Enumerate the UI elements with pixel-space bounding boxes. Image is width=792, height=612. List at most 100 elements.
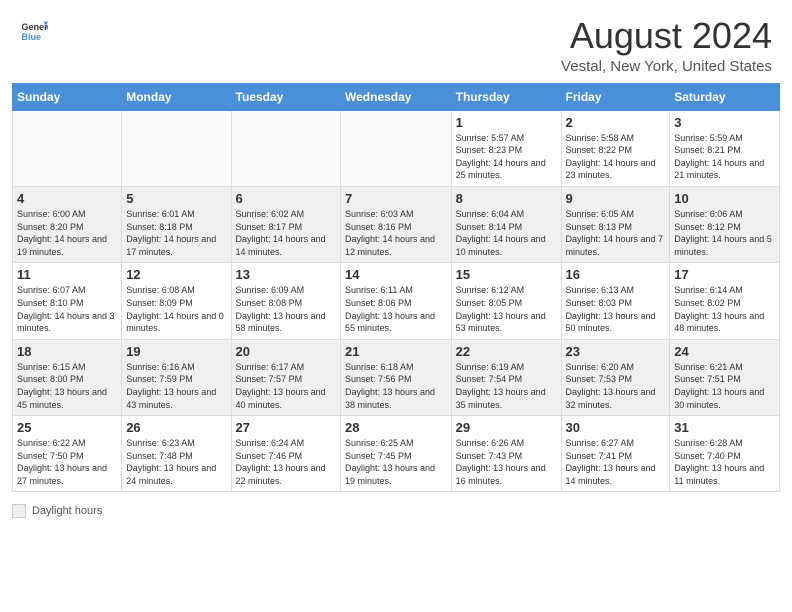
calendar-wrapper: Sunday Monday Tuesday Wednesday Thursday… — [0, 83, 792, 501]
day-number: 15 — [456, 267, 557, 282]
day-number: 6 — [236, 191, 336, 206]
calendar-day-cell: 25Sunrise: 6:22 AM Sunset: 7:50 PM Dayli… — [13, 416, 122, 492]
day-info: Sunrise: 5:57 AM Sunset: 8:23 PM Dayligh… — [456, 132, 557, 182]
day-number: 9 — [566, 191, 666, 206]
col-tuesday: Tuesday — [231, 83, 340, 110]
calendar-day-cell — [13, 110, 122, 186]
calendar-day-cell: 14 Sunrise: 6:11 AM Sunset: 8:06 PM Dayli… — [341, 263, 452, 339]
calendar-day-cell: 13 Sunrise: 6:09 AM Sunset: 8:08 PM Dayli… — [231, 263, 340, 339]
day-info: Sunrise: 6:23 AM Sunset: 7:48 PM Dayligh… — [126, 437, 226, 487]
day-number: 7 — [345, 191, 447, 206]
day-number: 2 — [566, 115, 666, 130]
header-row: Sunday Monday Tuesday Wednesday Thursday… — [13, 83, 780, 110]
calendar-week-row: 25Sunrise: 6:22 AM Sunset: 7:50 PM Dayli… — [13, 416, 780, 492]
day-number: 3 — [674, 115, 775, 130]
day-number: 5 — [126, 191, 226, 206]
logo-icon: General Blue — [20, 16, 48, 44]
calendar-day-cell: 30Sunrise: 6:27 AM Sunset: 7:41 PM Dayli… — [561, 416, 670, 492]
calendar-day-cell: 18 Sunrise: 6:15 AM Sunset: 8:00 PM Dayli… — [13, 339, 122, 415]
day-info: Sunrise: 5:58 AM Sunset: 8:22 PM Dayligh… — [566, 132, 666, 182]
col-monday: Monday — [122, 83, 231, 110]
day-info: Sunrise: 6:25 AM Sunset: 7:45 PM Dayligh… — [345, 437, 447, 487]
day-info: Sunrise: 6:00 AM Sunset: 8:20 PM Dayligh… — [17, 208, 117, 258]
col-friday: Friday — [561, 83, 670, 110]
calendar-day-cell: 23Sunrise: 6:20 AM Sunset: 7:53 PM Dayli… — [561, 339, 670, 415]
day-info: Sunrise: 6:01 AM Sunset: 8:18 PM Dayligh… — [126, 208, 226, 258]
calendar-day-cell: 17Sunrise: 6:14 AM Sunset: 8:02 PM Dayli… — [670, 263, 780, 339]
col-sunday: Sunday — [13, 83, 122, 110]
calendar-day-cell: 7 Sunrise: 6:03 AM Sunset: 8:16 PM Daylig… — [341, 186, 452, 262]
day-number: 26 — [126, 420, 226, 435]
logo: General Blue — [20, 16, 48, 44]
day-number: 28 — [345, 420, 447, 435]
calendar-body: 1 Sunrise: 5:57 AM Sunset: 8:23 PM Daylig… — [13, 110, 780, 492]
calendar-header: Sunday Monday Tuesday Wednesday Thursday… — [13, 83, 780, 110]
day-info: Sunrise: 6:22 AM Sunset: 7:50 PM Dayligh… — [17, 437, 117, 487]
calendar-week-row: 1 Sunrise: 5:57 AM Sunset: 8:23 PM Daylig… — [13, 110, 780, 186]
day-info: Sunrise: 6:24 AM Sunset: 7:46 PM Dayligh… — [236, 437, 336, 487]
calendar-day-cell: 31 Sunrise: 6:28 AM Sunset: 7:40 PM Dayli… — [670, 416, 780, 492]
calendar-day-cell: 12Sunrise: 6:08 AM Sunset: 8:09 PM Dayli… — [122, 263, 231, 339]
day-number: 10 — [674, 191, 775, 206]
calendar-table: Sunday Monday Tuesday Wednesday Thursday… — [12, 83, 780, 493]
calendar-day-cell — [231, 110, 340, 186]
day-info: Sunrise: 6:26 AM Sunset: 7:43 PM Dayligh… — [456, 437, 557, 487]
col-saturday: Saturday — [670, 83, 780, 110]
day-info: Sunrise: 6:12 AM Sunset: 8:05 PM Dayligh… — [456, 284, 557, 334]
col-wednesday: Wednesday — [341, 83, 452, 110]
calendar-day-cell: 2 Sunrise: 5:58 AM Sunset: 8:22 PM Daylig… — [561, 110, 670, 186]
day-info: Sunrise: 6:03 AM Sunset: 8:16 PM Dayligh… — [345, 208, 447, 258]
calendar-day-cell — [122, 110, 231, 186]
day-info: Sunrise: 6:19 AM Sunset: 7:54 PM Dayligh… — [456, 361, 557, 411]
calendar-day-cell: 3 Sunrise: 5:59 AM Sunset: 8:21 PM Daylig… — [670, 110, 780, 186]
day-number: 11 — [17, 267, 117, 282]
day-number: 31 — [674, 420, 775, 435]
calendar-day-cell: 1 Sunrise: 5:57 AM Sunset: 8:23 PM Daylig… — [451, 110, 561, 186]
day-info: Sunrise: 6:28 AM Sunset: 7:40 PM Dayligh… — [674, 437, 775, 487]
day-info: Sunrise: 6:09 AM Sunset: 8:08 PM Dayligh… — [236, 284, 336, 334]
day-number: 13 — [236, 267, 336, 282]
day-number: 21 — [345, 344, 447, 359]
calendar-day-cell: 19 Sunrise: 6:16 AM Sunset: 7:59 PM Dayli… — [122, 339, 231, 415]
calendar-day-cell: 28 Sunrise: 6:25 AM Sunset: 7:45 PM Dayli… — [341, 416, 452, 492]
day-info: Sunrise: 6:16 AM Sunset: 7:59 PM Dayligh… — [126, 361, 226, 411]
calendar-day-cell — [341, 110, 452, 186]
day-info: Sunrise: 6:15 AM Sunset: 8:00 PM Dayligh… — [17, 361, 117, 411]
day-info: Sunrise: 6:13 AM Sunset: 8:03 PM Dayligh… — [566, 284, 666, 334]
day-info: Sunrise: 6:27 AM Sunset: 7:41 PM Dayligh… — [566, 437, 666, 487]
day-number: 18 — [17, 344, 117, 359]
day-info: Sunrise: 6:06 AM Sunset: 8:12 PM Dayligh… — [674, 208, 775, 258]
svg-text:Blue: Blue — [21, 32, 41, 42]
daylight-hours-label: Daylight hours — [32, 505, 102, 517]
day-number: 8 — [456, 191, 557, 206]
day-number: 14 — [345, 267, 447, 282]
calendar-day-cell: 26 Sunrise: 6:23 AM Sunset: 7:48 PM Dayli… — [122, 416, 231, 492]
day-info: Sunrise: 6:20 AM Sunset: 7:53 PM Dayligh… — [566, 361, 666, 411]
calendar-week-row: 4 Sunrise: 6:00 AM Sunset: 8:20 PM Daylig… — [13, 186, 780, 262]
calendar-day-cell: 21 Sunrise: 6:18 AM Sunset: 7:56 PM Dayli… — [341, 339, 452, 415]
calendar-day-cell: 5 Sunrise: 6:01 AM Sunset: 8:18 PM Daylig… — [122, 186, 231, 262]
day-info: Sunrise: 6:11 AM Sunset: 8:06 PM Dayligh… — [345, 284, 447, 334]
calendar-day-cell: 27Sunrise: 6:24 AM Sunset: 7:46 PM Dayli… — [231, 416, 340, 492]
daylight-box-icon — [12, 504, 26, 518]
calendar-day-cell: 15 Sunrise: 6:12 AM Sunset: 8:05 PM Dayli… — [451, 263, 561, 339]
svg-text:General: General — [21, 22, 48, 32]
day-number: 22 — [456, 344, 557, 359]
calendar-day-cell: 20Sunrise: 6:17 AM Sunset: 7:57 PM Dayli… — [231, 339, 340, 415]
calendar-footer: Daylight hours — [0, 500, 792, 526]
day-number: 19 — [126, 344, 226, 359]
calendar-day-cell: 10 Sunrise: 6:06 AM Sunset: 8:12 PM Dayli… — [670, 186, 780, 262]
calendar-day-cell: 6 Sunrise: 6:02 AM Sunset: 8:17 PM Daylig… — [231, 186, 340, 262]
title-block: August 2024 Vestal, New York, United Sta… — [561, 16, 772, 75]
calendar-day-cell: 24Sunrise: 6:21 AM Sunset: 7:51 PM Dayli… — [670, 339, 780, 415]
day-info: Sunrise: 6:02 AM Sunset: 8:17 PM Dayligh… — [236, 208, 336, 258]
day-number: 1 — [456, 115, 557, 130]
calendar-day-cell: 4 Sunrise: 6:00 AM Sunset: 8:20 PM Daylig… — [13, 186, 122, 262]
day-info: Sunrise: 6:18 AM Sunset: 7:56 PM Dayligh… — [345, 361, 447, 411]
day-info: Sunrise: 5:59 AM Sunset: 8:21 PM Dayligh… — [674, 132, 775, 182]
calendar-week-row: 11Sunrise: 6:07 AM Sunset: 8:10 PM Dayli… — [13, 263, 780, 339]
day-info: Sunrise: 6:05 AM Sunset: 8:13 PM Dayligh… — [566, 208, 666, 258]
day-info: Sunrise: 6:14 AM Sunset: 8:02 PM Dayligh… — [674, 284, 775, 334]
location-subtitle: Vestal, New York, United States — [561, 58, 772, 75]
day-number: 4 — [17, 191, 117, 206]
